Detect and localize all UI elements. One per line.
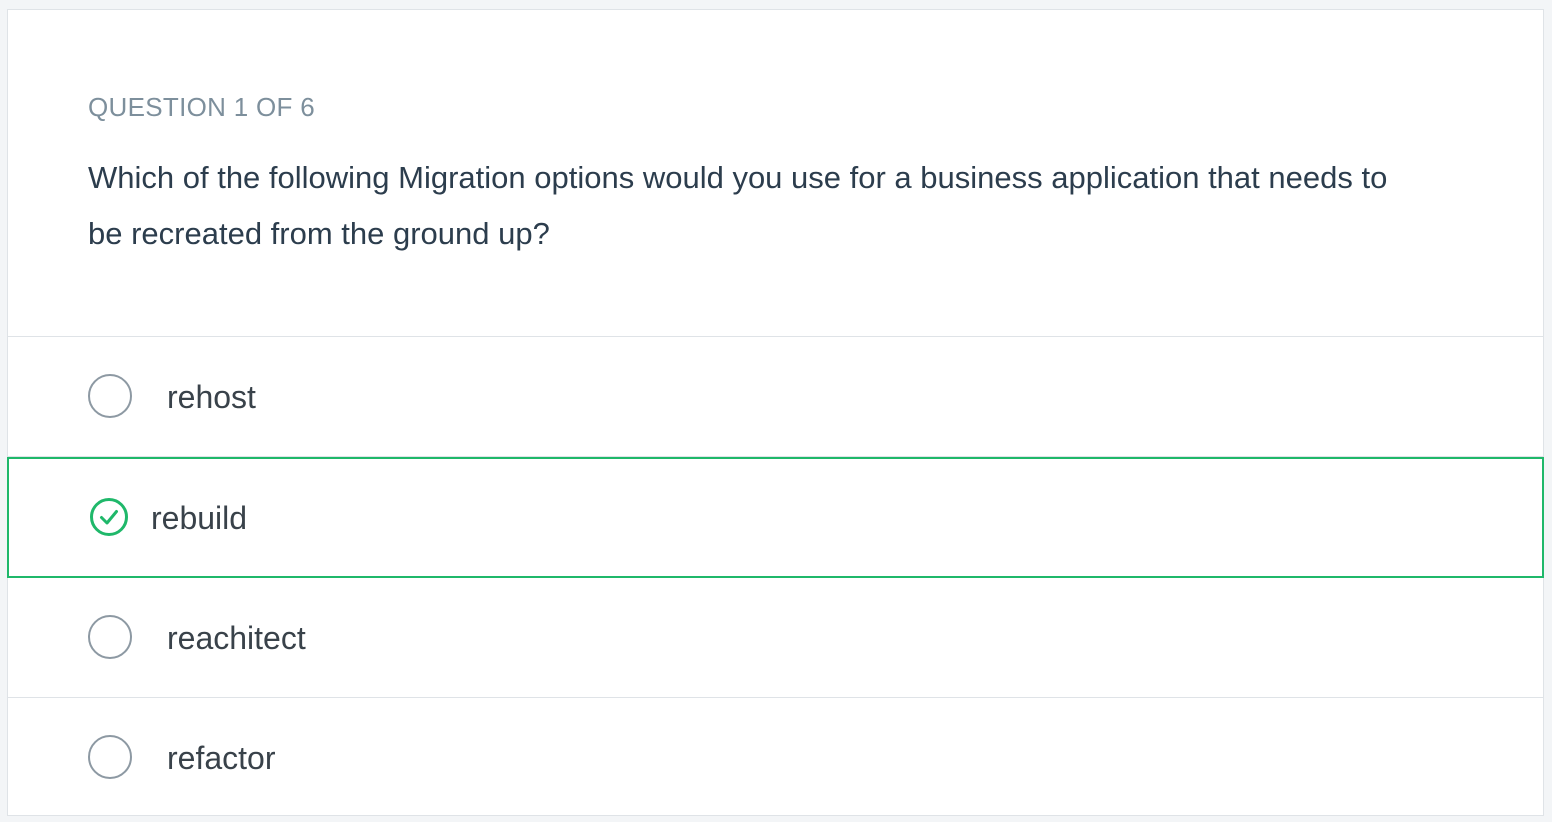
question-header: QUESTION 1 OF 6 Which of the following M… — [8, 10, 1543, 337]
answer-option-rehost[interactable]: rehost — [8, 337, 1543, 457]
check-circle-icon[interactable] — [89, 497, 129, 537]
answer-option-label: rehost — [167, 379, 256, 415]
answer-option-label: reachitect — [167, 620, 306, 656]
answer-option-rebuild[interactable]: rebuild — [7, 457, 1544, 578]
answer-option-refactor[interactable]: refactor — [8, 698, 1543, 816]
answer-option-reachitect[interactable]: reachitect — [8, 578, 1543, 698]
answer-option-label: rebuild — [151, 500, 248, 536]
radio-circle-icon[interactable] — [88, 615, 132, 659]
question-text: Which of the following Migration options… — [88, 160, 1388, 251]
answer-option-label: refactor — [167, 740, 276, 776]
radio-circle-icon[interactable] — [88, 374, 132, 418]
question-counter: QUESTION 1 OF 6 — [88, 92, 315, 122]
question-card: QUESTION 1 OF 6 Which of the following M… — [7, 9, 1544, 816]
radio-circle-icon[interactable] — [88, 735, 132, 779]
